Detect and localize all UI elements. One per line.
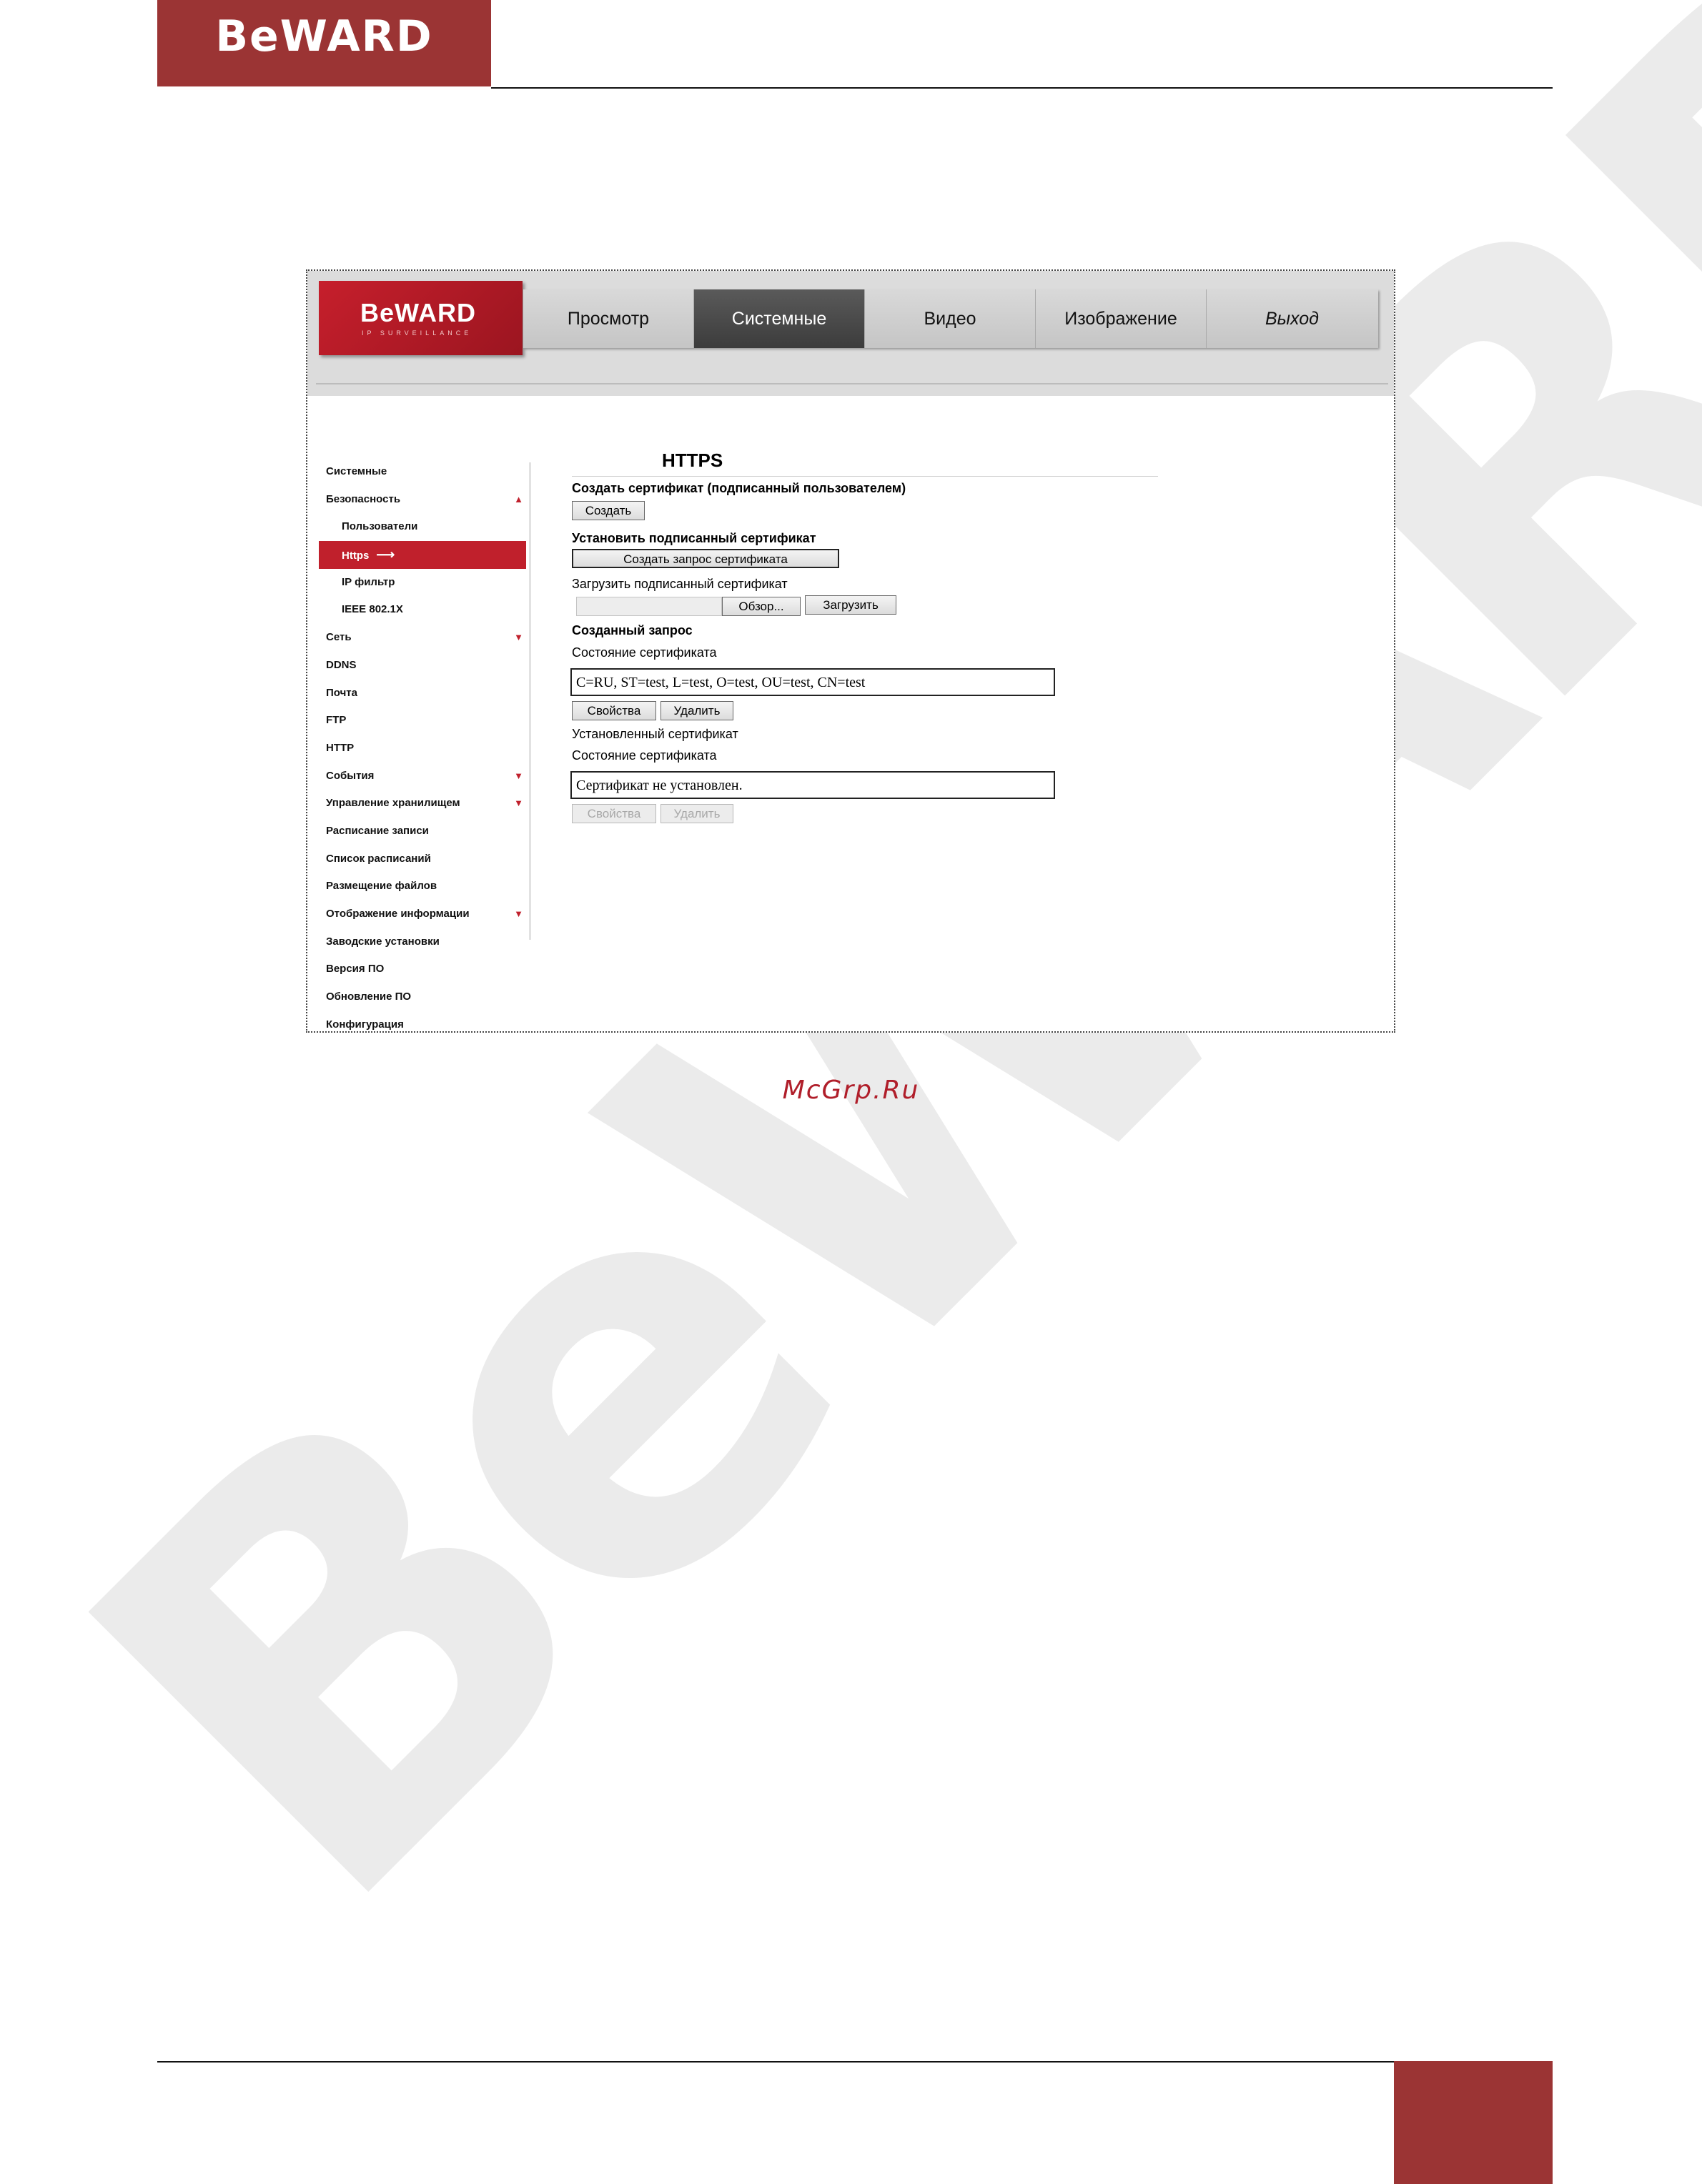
tab-logout[interactable]: Выход: [1207, 289, 1377, 348]
sidebar-item-mail[interactable]: Почта: [319, 680, 526, 708]
sidebar-item-storage[interactable]: Управление хранилищем ▼: [319, 790, 526, 818]
tab-image[interactable]: Изображение: [1036, 289, 1207, 348]
header-divider: [316, 383, 1388, 384]
installed-delete-button[interactable]: Удалить: [660, 804, 733, 823]
sidebar-item-users[interactable]: Пользователи: [319, 513, 526, 541]
sidebar-item-label: Список расписаний: [326, 852, 431, 865]
expand-arrow-icon[interactable]: ▼: [514, 790, 523, 818]
installed-cert-label: Установленный сертификат: [572, 727, 738, 741]
page-title: HTTPS: [662, 450, 723, 471]
sidebar-item-security[interactable]: Безопасность ▲: [319, 486, 526, 514]
sidebar-item-label: Системные: [326, 465, 387, 477]
installed-status-value: Сертификат не установлен.: [570, 771, 1055, 799]
sidebar-item-label: IP фильтр: [342, 575, 395, 588]
certificate-file-field[interactable]: [576, 597, 722, 616]
sidebar-item-label: Версия ПО: [326, 963, 385, 976]
sidebar-item-configuration[interactable]: Конфигурация: [319, 1011, 526, 1031]
web-interface-screenshot: BeWARD IP SURVEILLANCE Просмотр Системны…: [306, 269, 1395, 1033]
sidebar-item-firmware-version[interactable]: Версия ПО: [319, 955, 526, 983]
expand-arrow-icon[interactable]: ▼: [514, 624, 523, 652]
sidebar-item-label: Безопасность: [326, 492, 401, 505]
sidebar-item-label: DDNS: [326, 658, 357, 671]
sidebar-item-file-location[interactable]: Размещение файлов: [319, 873, 526, 900]
sidebar-item-label: Обновление ПО: [326, 991, 412, 1003]
sidebar-item-label: Расписание записи: [326, 824, 429, 837]
create-request-button[interactable]: Создать запрос сертификата: [572, 549, 839, 568]
document-header-rule: [491, 87, 1553, 89]
expand-arrow-icon[interactable]: ▼: [514, 900, 523, 928]
sidebar-item-ip-filter[interactable]: IP фильтр: [319, 569, 526, 597]
sidebar-item-record-schedule[interactable]: Расписание записи: [319, 818, 526, 845]
request-delete-button[interactable]: Удалить: [660, 701, 733, 720]
document-footer-box: [1394, 2061, 1553, 2184]
tab-video[interactable]: Видео: [865, 289, 1036, 348]
sidebar-item-ddns[interactable]: DDNS: [319, 652, 526, 680]
arrow-right-icon: ⟶: [376, 547, 395, 562]
browse-button[interactable]: Обзор...: [722, 597, 801, 616]
sidebar-item-info-display[interactable]: Отображение информации ▼: [319, 900, 526, 928]
sidebar-item-ftp[interactable]: FTP: [319, 707, 526, 735]
sidebar-item-label: Размещение файлов: [326, 880, 437, 893]
sidebar-item-label: Пользователи: [342, 520, 418, 533]
create-certificate-button[interactable]: Создать: [572, 501, 645, 520]
sidebar-item-label: Управление хранилищем: [326, 797, 460, 810]
sidebar-item-https[interactable]: Https ⟶: [319, 541, 526, 569]
tab-view[interactable]: Просмотр: [523, 289, 694, 348]
sidebar-item-label: Https: [342, 550, 370, 562]
title-underline: [572, 476, 1158, 477]
sidebar-divider: [529, 462, 531, 940]
request-status-value: C=RU, ST=test, L=test, O=test, OU=test, …: [570, 668, 1055, 696]
sidebar-item-label: IEEE 802.1X: [342, 603, 403, 616]
sidebar-item-system[interactable]: Системные: [319, 458, 526, 486]
sidebar-item-factory-defaults[interactable]: Заводские установки: [319, 928, 526, 956]
tab-system[interactable]: Системные: [694, 289, 865, 348]
sidebar-item-label: Конфигурация: [326, 1018, 404, 1031]
install-signed-heading: Установить подписанный сертификат: [572, 531, 816, 545]
sidebar-item-label: События: [326, 769, 375, 782]
sidebar-item-network[interactable]: Сеть ▼: [319, 624, 526, 652]
document-logo-text: BeWARD: [215, 11, 433, 61]
sidebar-item-label: Сеть: [326, 631, 352, 644]
sidebar-item-ieee8021x[interactable]: IEEE 802.1X: [319, 596, 526, 624]
brand-name: BeWARD: [360, 298, 477, 327]
brand-logo: BeWARD IP SURVEILLANCE: [319, 281, 523, 355]
request-status-label: Состояние сертификата: [572, 645, 717, 660]
sidebar-item-events[interactable]: События ▼: [319, 763, 526, 790]
installed-status-label: Состояние сертификата: [572, 748, 717, 763]
brand-tagline: IP SURVEILLANCE: [362, 329, 472, 337]
upload-signed-label: Загрузить подписанный сертификат: [572, 577, 788, 591]
sidebar-item-firmware-update[interactable]: Обновление ПО: [319, 983, 526, 1011]
created-request-heading: Созданный запрос: [572, 623, 693, 637]
source-link[interactable]: McGrp.Ru: [0, 1076, 1702, 1105]
expand-arrow-icon[interactable]: ▼: [514, 763, 523, 790]
sidebar-item-label: FTP: [326, 714, 347, 727]
sidebar: Системные Безопасность ▲ Пользователи Htt…: [319, 458, 526, 1031]
sidebar-item-http[interactable]: HTTP: [319, 735, 526, 763]
collapse-arrow-icon[interactable]: ▲: [514, 486, 523, 514]
create-self-signed-heading: Создать сертификат (подписанный пользова…: [572, 481, 906, 495]
sidebar-item-label: Почта: [326, 686, 357, 699]
document-footer-rule: [157, 2061, 1394, 2063]
sidebar-item-label: Заводские установки: [326, 935, 440, 948]
sidebar-item-label: HTTP: [326, 741, 355, 754]
installed-properties-button[interactable]: Свойства: [572, 804, 656, 823]
request-properties-button[interactable]: Свойства: [572, 701, 656, 720]
document-header-logo: BeWARD: [157, 0, 491, 86]
main-nav: Просмотр Системные Видео Изображение Вых…: [523, 289, 1378, 348]
upload-button[interactable]: Загрузить: [805, 595, 896, 615]
sidebar-item-schedule-list[interactable]: Список расписаний: [319, 845, 526, 873]
sidebar-item-label: Отображение информации: [326, 908, 470, 920]
